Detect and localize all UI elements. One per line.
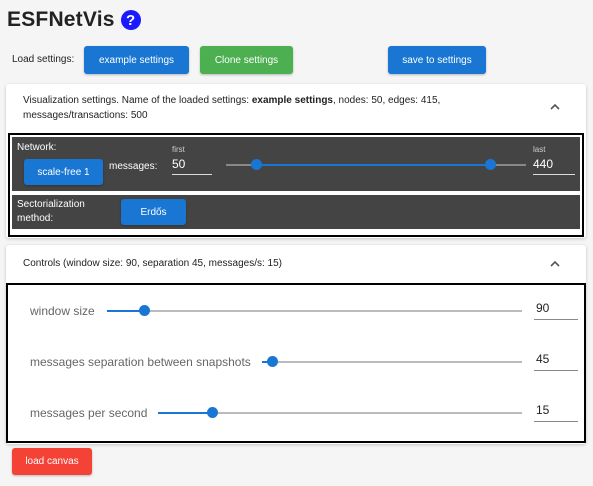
slider-thumb[interactable] [266, 356, 278, 367]
visualization-settings-panel: Visualization settings. Name of the load… [6, 84, 586, 238]
messages-range-slider[interactable] [226, 159, 526, 171]
sectorialization-label-line1: Sectorialization [17, 199, 85, 210]
controls-panel: Controls (window size: 90, separation 45… [6, 245, 586, 444]
messages-per-second-label: messages per second [30, 406, 148, 420]
last-field-label: last [533, 145, 546, 154]
controls-header[interactable]: Controls (window size: 90, separation 45… [23, 256, 282, 271]
sectorialization-row: Sectorialization method: Erdős [12, 195, 580, 229]
title-row: ESFNetVis ? [7, 6, 141, 34]
viz-header-prefix: Visualization settings. Name of the load… [23, 95, 252, 106]
help-icon[interactable]: ? [120, 10, 141, 30]
first-message-value: 50 [172, 157, 186, 171]
chevron-up-icon[interactable] [548, 100, 562, 114]
messages-label: messages: [109, 161, 158, 172]
network-label: Network: [17, 142, 57, 153]
load-settings-bar: Load settings: example settings Clone se… [12, 46, 592, 74]
messages-separation-slider[interactable] [262, 356, 522, 368]
messages-separation-value: 45 [536, 352, 550, 366]
slider-track [262, 361, 522, 363]
network-select-button[interactable]: scale-free 1 [24, 159, 103, 185]
messages-separation-input[interactable]: 45 [534, 352, 578, 371]
network-row: Network: scale-free 1 messages: first 50… [12, 137, 580, 191]
slider-thumb[interactable] [138, 305, 150, 316]
messages-per-second-input[interactable]: 15 [534, 403, 578, 422]
messages-per-second-value: 15 [536, 403, 550, 417]
network-settings-box: Network: scale-free 1 messages: first 50… [8, 133, 584, 237]
window-size-slider[interactable] [107, 305, 522, 317]
viz-header-suffix: , nodes: 50, edges: 415, [333, 95, 441, 106]
first-message-input[interactable]: 50 [172, 157, 212, 175]
window-size-input[interactable]: 90 [534, 301, 578, 320]
range-max-thumb[interactable] [484, 159, 496, 170]
last-message-value: 440 [533, 157, 554, 171]
controls-box: window size 90 messages separation betwe… [6, 283, 586, 443]
slider-thumb[interactable] [207, 407, 219, 418]
messages-per-second-slider[interactable] [158, 407, 522, 419]
loaded-settings-name: example settings [251, 95, 333, 106]
visualization-settings-header[interactable]: Visualization settings. Name of the load… [23, 93, 503, 123]
viz-header-line2: messages/transactions: 500 [23, 110, 148, 121]
first-field-label: first [172, 145, 185, 154]
window-size-value: 90 [536, 301, 550, 315]
range-min-thumb[interactable] [250, 159, 262, 170]
range-fill [256, 164, 490, 166]
load-settings-label: Load settings: [12, 54, 75, 65]
last-message-input[interactable]: 440 [533, 157, 575, 175]
app-title: ESFNetVis [7, 8, 115, 31]
chevron-up-icon[interactable] [548, 257, 562, 271]
save-to-settings-button[interactable]: save to settings [388, 46, 486, 74]
window-size-label: window size [30, 304, 95, 318]
load-canvas-button[interactable]: load canvas [12, 448, 92, 475]
example-settings-button[interactable]: example settings [84, 46, 189, 74]
sectorialization-label: Sectorialization method: [17, 198, 85, 226]
slider-fill [158, 412, 213, 414]
sectorialization-label-line2: method: [17, 213, 54, 224]
messages-separation-label: messages separation between snapshots [30, 355, 251, 369]
clone-settings-button[interactable]: Clone settings [200, 46, 293, 74]
slider-track [107, 310, 522, 312]
sectorialization-method-button[interactable]: Erdős [121, 199, 186, 225]
